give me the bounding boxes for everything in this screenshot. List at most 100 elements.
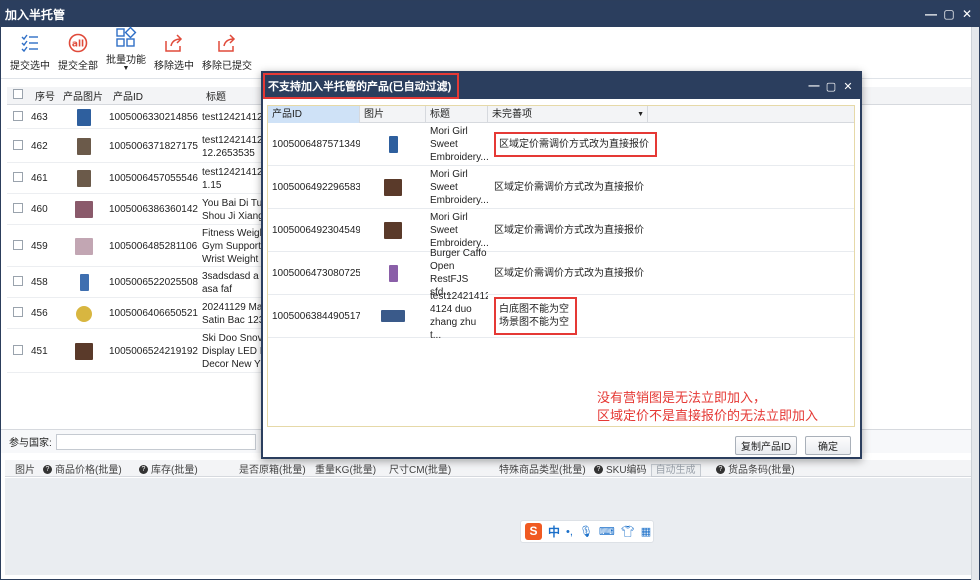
- checklist-icon: [21, 34, 38, 53]
- sku-header-stock[interactable]: ? 库存(批量): [135, 461, 235, 476]
- submit-selected-button[interactable]: 提交选中: [7, 32, 53, 72]
- header-image[interactable]: 产品图片: [59, 88, 109, 103]
- sku-header-image[interactable]: 图片: [5, 461, 35, 476]
- dialog-header-missing[interactable]: 未完善项 ▼: [488, 105, 648, 123]
- row-checkbox[interactable]: [13, 172, 23, 182]
- row-checkbox[interactable]: [13, 111, 23, 121]
- dialog-row-missing: 区域定价需调价方式改为直接报价: [494, 224, 644, 236]
- microphone-icon[interactable]: 🎙︎: [579, 525, 593, 538]
- dialog-row-missing: 区域定价需调价方式改为直接报价: [494, 267, 644, 279]
- sku-header-sku-code[interactable]: ? SKU编码 自动生成: [590, 461, 712, 477]
- dialog-row-title: Mori Girl Sweet Embroidery...: [430, 125, 488, 163]
- table-row[interactable]: 458 1005006522025508 3sadsdasd a asa faf: [7, 268, 267, 298]
- country-input[interactable]: [55, 433, 256, 450]
- dialog-row[interactable]: 1005006492296583 Mori Girl Sweet Embroid…: [268, 166, 854, 209]
- help-icon[interactable]: ?: [43, 465, 52, 475]
- table-row[interactable]: 451 1005006524219192 Ski Doo Snov Displa…: [7, 331, 267, 373]
- dialog-header-pid[interactable]: 产品ID: [268, 105, 360, 123]
- row-no: 460: [31, 204, 48, 215]
- row-pid: 1005006457055546: [109, 173, 198, 184]
- sku-header-price-label: 商品价格(批量): [55, 464, 122, 476]
- row-checkbox[interactable]: [13, 239, 23, 250]
- punctuation-icon[interactable]: •,: [566, 526, 573, 538]
- sku-header-sku-code-label: SKU编码: [606, 464, 647, 476]
- dialog-row-pid: 1005006473080725: [272, 267, 360, 279]
- dialog-row-missing: 白底图不能为空 场景图不能为空: [494, 297, 577, 335]
- table-row[interactable]: 459 1005006485281106 Fitness Weigh Gym S…: [7, 226, 267, 267]
- sogou-logo[interactable]: S: [525, 523, 542, 540]
- help-icon[interactable]: ?: [594, 465, 603, 475]
- dialog-minimize-button[interactable]: —: [808, 80, 820, 93]
- table-row[interactable]: 456 1005006406650521 20241129 Ma Satin B…: [7, 299, 267, 329]
- sku-header-size[interactable]: 尺寸CM(批量): [385, 461, 495, 476]
- dialog-row[interactable]: 1005006473080725 Burger Caffo Open RestF…: [268, 248, 854, 298]
- header-pid[interactable]: 产品ID: [109, 88, 202, 103]
- table-row[interactable]: 462 1005006371827175 test12421412 12.265…: [7, 131, 267, 163]
- header-no[interactable]: 序号: [31, 88, 59, 103]
- sku-header-barcode[interactable]: ? 货品条码(批量): [712, 461, 822, 476]
- copy-product-id-button[interactable]: 复制产品ID: [735, 436, 797, 455]
- product-thumbnail: [381, 310, 405, 322]
- row-checkbox[interactable]: [13, 276, 23, 286]
- help-icon[interactable]: ?: [139, 465, 148, 475]
- maximize-button[interactable]: ▢: [943, 7, 955, 21]
- skin-icon[interactable]: 👕︎: [621, 525, 635, 538]
- remove-submitted-button[interactable]: 移除已提交: [199, 32, 255, 72]
- submit-all-label: 提交全部: [58, 61, 98, 72]
- dialog-titlebar[interactable]: 不支持加入半托管的产品(已自动过滤) — ▢ ✕: [263, 73, 860, 99]
- row-title: 20241129 Ma Satin Bac 123: [202, 301, 265, 326]
- submit-all-button[interactable]: all 提交全部: [55, 32, 101, 72]
- toolbox-icon[interactable]: ▦: [641, 525, 651, 538]
- auto-generate-button[interactable]: 自动生成: [650, 463, 701, 477]
- minimize-button[interactable]: —: [925, 7, 937, 21]
- row-checkbox[interactable]: [13, 345, 23, 355]
- dialog-row-title: test12421412 4124 duo zhang zhu t...: [430, 291, 488, 341]
- close-button[interactable]: ✕: [961, 7, 973, 21]
- remove-selected-button[interactable]: 移除选中: [151, 32, 197, 72]
- dialog-grid-header: 产品ID 图片 标题 未完善项 ▼: [268, 105, 854, 123]
- row-checkbox[interactable]: [13, 203, 23, 213]
- dialog-row-pid: 1005006384490517: [272, 310, 360, 322]
- dialog-row[interactable]: 1005006487571349 Mori Girl Sweet Embroid…: [268, 123, 854, 166]
- dialog-maximize-button[interactable]: ▢: [825, 80, 837, 93]
- row-no: 458: [31, 277, 48, 288]
- dialog-row[interactable]: 1005006384490517 test12421412 4124 duo z…: [268, 291, 854, 341]
- sku-header-weight[interactable]: 重量KG(批量): [311, 461, 385, 476]
- main-titlebar[interactable]: 加入半托管 — ▢ ✕: [1, 1, 979, 27]
- table-row[interactable]: 463 1005006330214856 test12421412: [7, 107, 267, 129]
- row-checkbox[interactable]: [13, 140, 23, 150]
- product-thumbnail: [388, 135, 398, 153]
- scrollbar[interactable]: [971, 27, 979, 580]
- sku-header-price[interactable]: ? 商品价格(批量): [35, 461, 135, 476]
- batch-functions-button[interactable]: 批量功能 ▼: [103, 26, 149, 72]
- remove-submitted-label: 移除已提交: [202, 61, 252, 72]
- header-title[interactable]: 标题: [202, 88, 267, 103]
- keyboard-icon[interactable]: ⌨︎: [599, 525, 615, 538]
- select-all-checkbox[interactable]: [13, 89, 23, 99]
- sku-header-special-type[interactable]: 特殊商品类型(批量): [495, 461, 590, 476]
- submit-all-icon: all: [68, 33, 88, 53]
- row-no: 456: [31, 308, 48, 319]
- ime-toolbar[interactable]: S 中 •, 🎙︎ ⌨︎ 👕︎ ▦: [520, 520, 654, 543]
- row-no: 463: [31, 112, 48, 123]
- table-row[interactable]: 461 1005006457055546 test12421412 1.15: [7, 164, 267, 194]
- help-icon[interactable]: ?: [716, 465, 725, 475]
- sku-header-original-box[interactable]: 是否原箱(批量): [235, 461, 311, 476]
- row-title: You Bai Di Tu Shou Ji Xiang: [202, 197, 264, 222]
- ok-button[interactable]: 确定: [805, 436, 851, 455]
- dialog-close-button[interactable]: ✕: [842, 80, 854, 93]
- chevron-down-icon[interactable]: ▼: [637, 106, 647, 123]
- product-thumbnail: [75, 343, 93, 360]
- dialog-header-image[interactable]: 图片: [360, 105, 426, 123]
- product-thumbnail: [388, 264, 398, 282]
- dialog-row[interactable]: 1005006492304549 Mori Girl Sweet Embroid…: [268, 209, 854, 252]
- dialog-row-missing: 区域定价需调价方式改为直接报价: [494, 131, 657, 157]
- ime-language-toggle[interactable]: 中: [548, 523, 560, 540]
- grid-icon: [116, 26, 137, 47]
- table-row[interactable]: 460 1005006386360142 You Bai Di Tu Shou …: [7, 195, 267, 225]
- dialog-row-pid: 1005006492296583: [272, 181, 360, 193]
- dialog-header-title[interactable]: 标题: [426, 105, 488, 123]
- product-thumbnail: [75, 237, 93, 255]
- row-no: 451: [31, 346, 48, 357]
- row-checkbox[interactable]: [13, 307, 23, 317]
